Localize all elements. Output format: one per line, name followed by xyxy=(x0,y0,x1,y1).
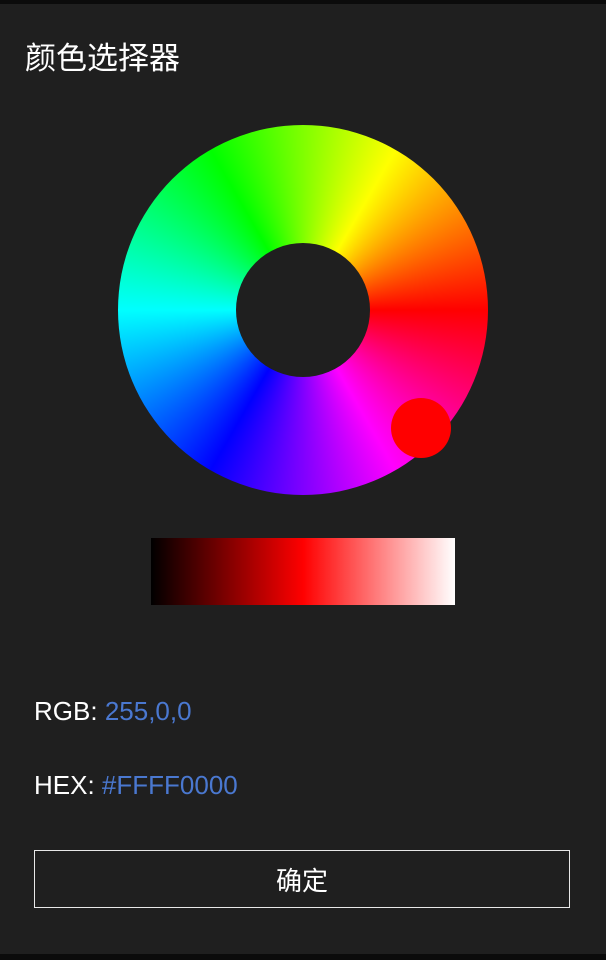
navigation-bar xyxy=(0,954,606,960)
hue-color-wheel[interactable] xyxy=(118,125,488,495)
rgb-row: RGB: 255,0,0 xyxy=(34,696,192,727)
hex-row: HEX: #FFFF0000 xyxy=(34,770,238,801)
rgb-label: RGB: xyxy=(34,696,98,726)
hex-label: HEX: xyxy=(34,770,95,800)
hex-value: #FFFF0000 xyxy=(101,770,238,800)
wheel-center xyxy=(236,243,451,458)
status-bar xyxy=(0,0,606,4)
page-title: 颜色选择器 xyxy=(25,41,180,77)
rgb-value: 255,0,0 xyxy=(104,696,192,726)
shade-slider-bar[interactable] xyxy=(151,538,455,605)
confirm-button[interactable]: 确定 xyxy=(34,850,570,908)
selected-color-swatch[interactable] xyxy=(391,398,451,458)
